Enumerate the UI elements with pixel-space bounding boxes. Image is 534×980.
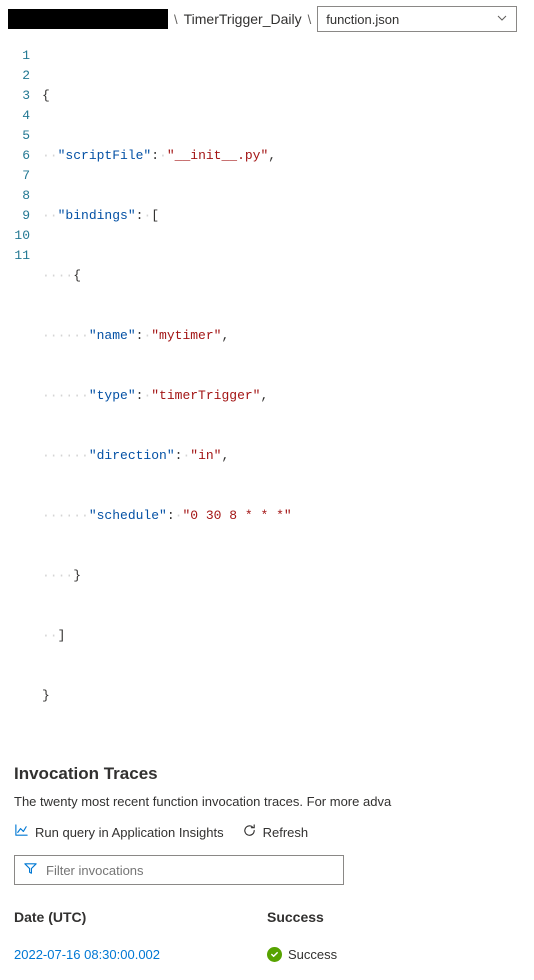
run-query-link[interactable]: Run query in Application Insights <box>14 823 224 841</box>
invocation-traces-section: Invocation Traces The twenty most recent… <box>0 760 534 980</box>
filter-icon <box>23 861 38 879</box>
line-gutter: 1234567891011 <box>0 46 42 746</box>
code-content: { ··"scriptFile":·"__init__.py", ··"bind… <box>42 46 534 746</box>
breadcrumb-separator: \ <box>308 12 312 27</box>
redacted-block <box>8 9 168 29</box>
chart-icon <box>14 823 29 841</box>
refresh-label: Refresh <box>263 825 309 840</box>
filter-input[interactable] <box>46 863 335 878</box>
traces-actions: Run query in Application Insights Refres… <box>14 823 520 841</box>
filter-input-wrapper[interactable] <box>14 855 344 885</box>
refresh-button[interactable]: Refresh <box>242 823 309 841</box>
run-query-label: Run query in Application Insights <box>35 825 224 840</box>
traces-table: Date (UTC) 2022-07-16 08:30:00.002 Succe… <box>14 909 520 962</box>
file-dropdown[interactable]: function.json <box>317 6 517 32</box>
traces-heading: Invocation Traces <box>14 764 520 784</box>
breadcrumb-function-name[interactable]: TimerTrigger_Daily <box>184 11 302 27</box>
chevron-down-icon <box>496 12 508 27</box>
column-header-success[interactable]: Success <box>267 909 520 947</box>
trace-success-label: Success <box>288 947 337 962</box>
code-editor[interactable]: 1234567891011 { ··"scriptFile":·"__init_… <box>0 38 534 760</box>
breadcrumb: \ TimerTrigger_Daily \ function.json <box>0 0 534 38</box>
file-dropdown-value: function.json <box>326 12 399 27</box>
traces-subtext: The twenty most recent function invocati… <box>14 794 520 809</box>
success-check-icon <box>267 947 282 962</box>
breadcrumb-separator: \ <box>174 12 178 27</box>
column-header-date[interactable]: Date (UTC) <box>14 909 267 947</box>
trace-success-cell: Success <box>267 947 520 962</box>
refresh-icon <box>242 823 257 841</box>
trace-date-link[interactable]: 2022-07-16 08:30:00.002 <box>14 947 267 962</box>
